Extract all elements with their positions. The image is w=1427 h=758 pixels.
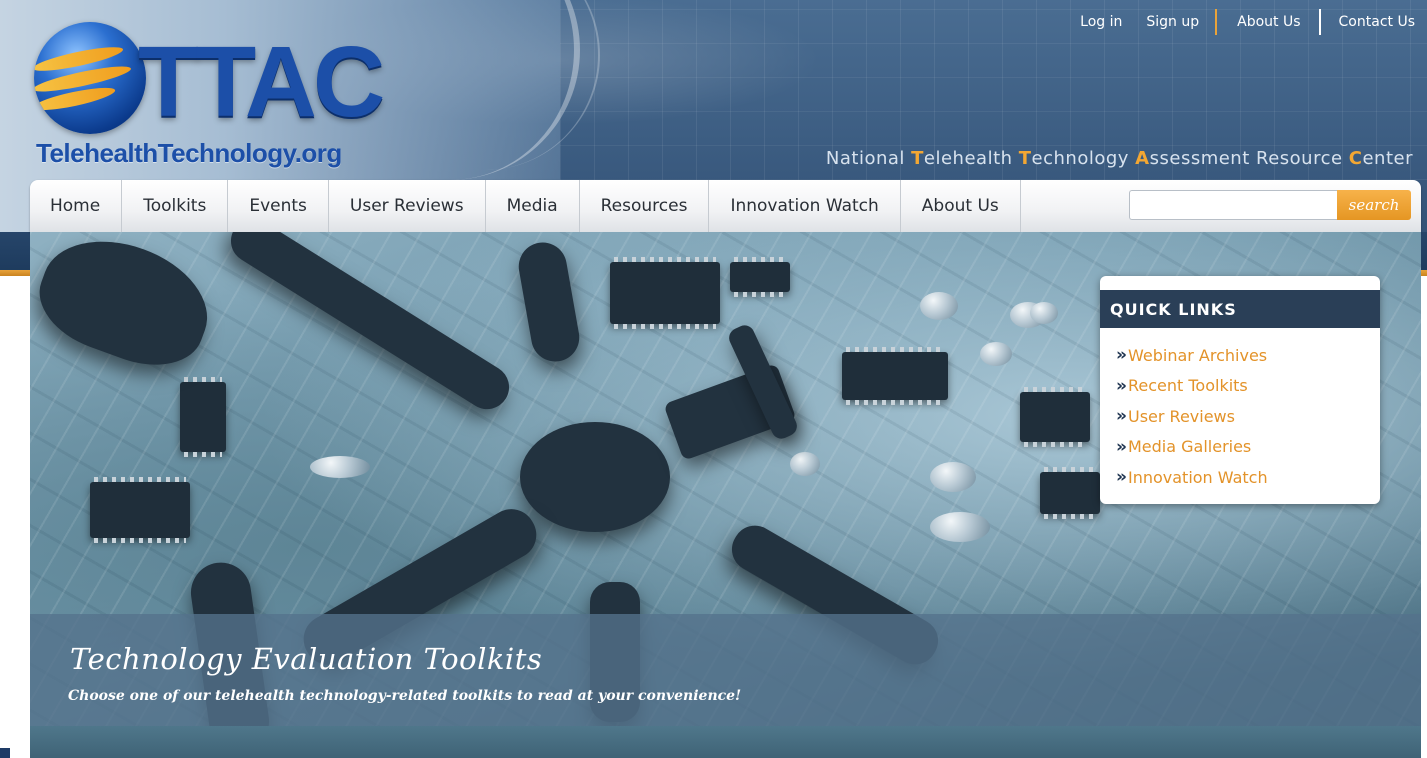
about-us-top-link[interactable]: About Us bbox=[1225, 14, 1312, 30]
hero-title: Technology Evaluation Toolkits bbox=[70, 642, 543, 676]
quick-link-user-reviews[interactable]: » User Reviews bbox=[1116, 401, 1380, 432]
chip-decoration bbox=[180, 377, 226, 457]
component-bead bbox=[310, 456, 370, 478]
chip-decoration bbox=[90, 477, 190, 543]
nav-toolkits[interactable]: Toolkits bbox=[122, 180, 229, 232]
nav-media[interactable]: Media bbox=[486, 180, 580, 232]
tagline-part: elehealth bbox=[923, 148, 1019, 169]
chevron-right-icon: » bbox=[1116, 406, 1127, 427]
nav-user-reviews[interactable]: User Reviews bbox=[329, 180, 486, 232]
logo-acronym: TTAC bbox=[138, 26, 385, 138]
chip-decoration bbox=[1040, 467, 1100, 519]
quick-link-media-galleries[interactable]: » Media Galleries bbox=[1116, 432, 1380, 463]
nav-home[interactable]: Home bbox=[30, 180, 123, 232]
tagline-initial: T bbox=[911, 148, 924, 169]
search-form: search bbox=[1129, 190, 1411, 220]
component-bead bbox=[930, 512, 990, 542]
tagline-part: National bbox=[825, 148, 912, 169]
quick-link-recent-toolkits[interactable]: » Recent Toolkits bbox=[1116, 371, 1380, 402]
quick-link-label: Innovation Watch bbox=[1127, 467, 1268, 487]
component-bead bbox=[930, 462, 976, 492]
site-tagline: National Telehealth Technology Assessmen… bbox=[826, 148, 1413, 169]
tagline-part: echnology bbox=[1031, 148, 1136, 169]
nav-resources[interactable]: Resources bbox=[580, 180, 710, 232]
hero-bottom-strip bbox=[30, 726, 1421, 758]
chevron-right-icon: » bbox=[1116, 436, 1127, 457]
top-links-divider-2 bbox=[1318, 9, 1321, 35]
tagline-part: enter bbox=[1362, 148, 1413, 169]
quick-link-innovation-watch[interactable]: » Innovation Watch bbox=[1116, 462, 1380, 493]
quick-links-list: » Webinar Archives » Recent Toolkits » User… bbox=[1100, 328, 1380, 493]
tagline-part: ssessment Resource bbox=[1149, 148, 1349, 169]
signup-link[interactable]: Sign up bbox=[1134, 14, 1211, 30]
quick-link-label: User Reviews bbox=[1127, 406, 1235, 426]
nav-events[interactable]: Events bbox=[228, 180, 329, 232]
quick-links-title: QUICK LINKS bbox=[1100, 290, 1380, 328]
tagline-initial: T bbox=[1018, 148, 1032, 169]
globe-logo-icon bbox=[34, 22, 146, 134]
component-bead bbox=[980, 342, 1012, 366]
nav-innovation-watch[interactable]: Innovation Watch bbox=[709, 180, 901, 232]
search-button[interactable]: search bbox=[1337, 190, 1411, 220]
site-logo[interactable]: TTAC TelehealthTechnology.org bbox=[30, 18, 400, 178]
main-nav: Home Toolkits Events User Reviews Media … bbox=[30, 180, 1421, 232]
quick-link-label: Webinar Archives bbox=[1127, 345, 1268, 365]
chevron-right-icon: » bbox=[1116, 345, 1127, 366]
chip-decoration bbox=[842, 347, 948, 405]
quick-link-webinar-archives[interactable]: » Webinar Archives bbox=[1116, 340, 1380, 371]
quick-link-label: Recent Toolkits bbox=[1127, 376, 1248, 396]
chevron-right-icon: » bbox=[1116, 375, 1127, 396]
top-links-divider bbox=[1215, 9, 1218, 35]
chip-decoration bbox=[610, 257, 720, 329]
quick-links-panel: QUICK LINKS » Webinar Archives » Recent To… bbox=[1100, 276, 1380, 504]
contact-us-link[interactable]: Contact Us bbox=[1327, 14, 1427, 30]
search-input[interactable] bbox=[1129, 190, 1337, 220]
hero-subtitle: Choose one of our telehealth technology-… bbox=[68, 688, 742, 704]
component-bead bbox=[1030, 302, 1058, 324]
chip-decoration bbox=[730, 257, 790, 297]
hero-caption[interactable]: Technology Evaluation Toolkits Choose on… bbox=[30, 614, 1421, 726]
tagline-initial: A bbox=[1135, 148, 1150, 169]
tagline-initial: C bbox=[1348, 148, 1363, 169]
gear-icon bbox=[520, 422, 670, 532]
nav-about-us[interactable]: About Us bbox=[901, 180, 1021, 232]
component-bead bbox=[920, 292, 958, 320]
quick-link-label: Media Galleries bbox=[1127, 437, 1252, 457]
logo-site-name: TelehealthTechnology.org bbox=[36, 138, 342, 168]
top-links: Log in Sign up About Us Contact Us bbox=[1068, 8, 1427, 36]
chevron-right-icon: » bbox=[1116, 467, 1127, 488]
login-link[interactable]: Log in bbox=[1068, 14, 1134, 30]
component-bead bbox=[790, 452, 820, 476]
chip-decoration bbox=[1020, 387, 1090, 447]
page-edge-decoration bbox=[0, 748, 10, 758]
